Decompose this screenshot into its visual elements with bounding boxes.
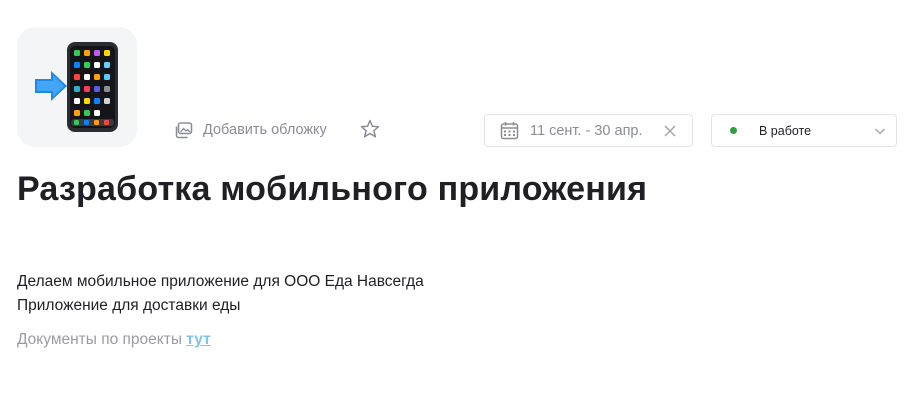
star-icon (360, 119, 380, 138)
project-page: Добавить обложку 11 сент. - 30 апр. В ра… (0, 0, 908, 405)
page-title[interactable]: Разработка мобильного приложения (17, 170, 647, 209)
documents-line: Документы по проекты тут (17, 328, 211, 352)
status-select[interactable]: В работе (711, 114, 897, 147)
description-line: Приложение для доставки еды (17, 297, 241, 314)
chevron-down-icon (875, 128, 885, 135)
image-gallery-icon (175, 121, 193, 138)
date-range-field[interactable]: 11 сент. - 30 апр. (484, 114, 693, 147)
project-description[interactable]: Делаем мобильное приложение для ООО Еда … (17, 270, 424, 318)
calendar-icon (500, 122, 519, 140)
close-icon[interactable] (663, 124, 677, 138)
favorite-button[interactable] (359, 118, 381, 140)
description-line: Делаем мобильное приложение для ООО Еда … (17, 273, 424, 290)
status-dot (730, 127, 737, 134)
date-range-value: 11 сент. - 30 апр. (530, 122, 643, 139)
status-value: В работе (759, 123, 812, 138)
documents-text: Документы по проекты (17, 331, 187, 348)
project-icon-tile[interactable] (17, 27, 137, 147)
add-cover-label: Добавить обложку (203, 122, 327, 138)
documents-link[interactable]: тут (186, 331, 210, 348)
mobile-phone-arrow-icon (35, 42, 118, 132)
add-cover-button[interactable]: Добавить обложку (174, 119, 327, 141)
